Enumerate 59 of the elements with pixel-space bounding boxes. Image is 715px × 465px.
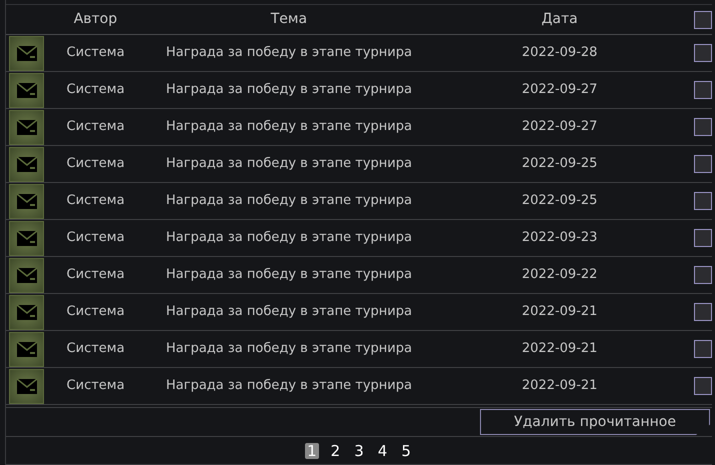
subject-cell-text: Награда за победу в этапе турнира xyxy=(165,118,413,136)
date-cell-text: 2022-09-21 xyxy=(520,303,598,322)
author-cell-text: Система xyxy=(66,44,126,62)
date-cell-text: 2022-09-25 xyxy=(520,192,598,210)
subject-cell-text: Награда за победу в этапе турнира xyxy=(165,155,413,174)
date-cell-text: 2022-09-22 xyxy=(520,266,598,284)
checkbox[interactable] xyxy=(694,340,712,358)
checkbox[interactable] xyxy=(694,303,712,321)
author-cell-text: Система xyxy=(66,192,126,210)
envelope-icon xyxy=(16,120,37,134)
subject-cell-text: Награда за победу в этапе турнира xyxy=(165,266,413,284)
subject-cell-text: Награда за победу в этапе турнира xyxy=(165,44,413,62)
envelope-icon xyxy=(16,268,37,282)
select-all-checkbox[interactable] xyxy=(694,10,712,28)
page-link[interactable]: 4 xyxy=(376,442,390,458)
delete-read-button[interactable]: Удалить прочитанное xyxy=(480,409,710,435)
author-cell-text: Система xyxy=(66,377,126,396)
envelope-icon xyxy=(16,378,37,394)
subject-cell-text: Награда за победу в этапе турнира xyxy=(165,81,413,100)
envelope-icon xyxy=(16,304,37,320)
page-link[interactable]: 3 xyxy=(352,442,366,458)
author-cell-text: Система xyxy=(66,303,126,322)
subject-cell-text: Награда за победу в этапе турнира xyxy=(165,303,413,322)
checkbox[interactable] xyxy=(694,192,712,210)
date-cell-text: 2022-09-28 xyxy=(520,44,598,62)
page-link[interactable]: 2 xyxy=(328,442,342,458)
checkbox[interactable] xyxy=(694,229,712,247)
date-cell-text: 2022-09-21 xyxy=(520,340,598,358)
envelope-icon xyxy=(16,194,37,208)
page-link[interactable]: 5 xyxy=(399,442,413,458)
author-cell-text: Система xyxy=(66,155,126,174)
author-cell-text: Система xyxy=(66,229,126,248)
envelope-icon xyxy=(16,82,37,98)
envelope-icon xyxy=(16,230,37,246)
date-cell-text: 2022-09-23 xyxy=(520,229,598,248)
date-cell-text: 2022-09-27 xyxy=(520,81,598,100)
checkbox[interactable] xyxy=(694,44,712,62)
subject-cell-text: Награда за победу в этапе турнира xyxy=(165,192,413,210)
envelope-icon xyxy=(16,46,37,60)
subject-cell-text: Награда за победу в этапе турнира xyxy=(165,377,413,396)
column-header: Тема xyxy=(270,10,308,29)
checkbox[interactable] xyxy=(694,266,712,284)
checkbox[interactable] xyxy=(694,155,712,173)
date-cell-text: 2022-09-25 xyxy=(520,155,598,174)
author-cell-text: Система xyxy=(66,118,126,136)
author-cell-text: Система xyxy=(66,266,126,284)
subject-cell-text: Награда за победу в этапе турнира xyxy=(165,229,413,248)
column-header: Автор xyxy=(72,10,118,29)
subject-cell-text: Награда за победу в этапе турнира xyxy=(165,340,413,358)
column-header: Дата xyxy=(540,10,579,29)
date-cell-text: 2022-09-27 xyxy=(520,118,598,136)
author-cell-text: Система xyxy=(66,340,126,358)
checkbox[interactable] xyxy=(694,81,712,99)
author-cell-text: Система xyxy=(66,81,126,100)
envelope-icon xyxy=(16,156,37,172)
envelope-icon xyxy=(16,342,37,356)
checkbox[interactable] xyxy=(694,377,712,395)
checkbox[interactable] xyxy=(694,118,712,136)
date-cell-text: 2022-09-21 xyxy=(520,377,598,396)
